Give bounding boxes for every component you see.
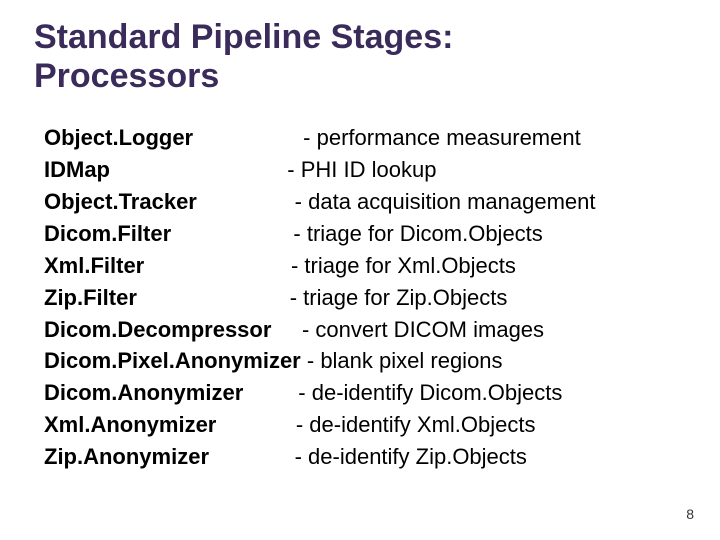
processor-name: Zip.Anonymizer [44, 441, 209, 473]
list-item: IDMap - PHI ID lookup [44, 154, 686, 186]
processor-desc: - de-identify Zip.Objects [295, 441, 527, 473]
list-item: Object.Tracker - data acquisition manage… [44, 186, 686, 218]
processor-desc: - PHI ID lookup [287, 154, 436, 186]
processor-desc: - data acquisition management [295, 186, 596, 218]
slide: Standard Pipeline Stages: Processors Obj… [0, 0, 720, 540]
page-number: 8 [686, 506, 694, 522]
processor-desc: - blank pixel regions [307, 345, 503, 377]
spacing [144, 250, 291, 282]
list-item: Xml.Anonymizer - de-identify Xml.Objects [44, 409, 686, 441]
spacing [137, 282, 290, 314]
list-item: Dicom.Decompressor - convert DICOM image… [44, 314, 686, 346]
spacing [171, 218, 293, 250]
list-item: Dicom.Filter - triage for Dicom.Objects [44, 218, 686, 250]
list-item: Dicom.Pixel.Anonymizer - blank pixel reg… [44, 345, 686, 377]
title-line-2: Processors [34, 57, 219, 95]
processor-name: Dicom.Decompressor [44, 314, 271, 346]
list-item: Xml.Filter - triage for Xml.Objects [44, 250, 686, 282]
list-item: Zip.Filter - triage for Zip.Objects [44, 282, 686, 314]
list-item: Dicom.Anonymizer - de-identify Dicom.Obj… [44, 377, 686, 409]
spacing [216, 409, 295, 441]
list-item: Object.Logger - performance measurement [44, 122, 686, 154]
spacing [243, 377, 298, 409]
spacing [271, 314, 302, 346]
processor-desc: - triage for Dicom.Objects [293, 218, 542, 250]
processor-name: Dicom.Filter [44, 218, 171, 250]
processor-list: Object.Logger - performance measurementI… [34, 122, 686, 473]
processor-desc: - de-identify Xml.Objects [296, 409, 536, 441]
processor-name: Dicom.Pixel.Anonymizer [44, 345, 301, 377]
title-line-1: Standard Pipeline Stages: [34, 18, 453, 56]
page-title: Standard Pipeline Stages: Processors [34, 18, 686, 96]
list-item: Zip.Anonymizer - de-identify Zip.Objects [44, 441, 686, 473]
processor-desc: - convert DICOM images [302, 314, 544, 346]
processor-name: Dicom.Anonymizer [44, 377, 243, 409]
processor-name: Xml.Filter [44, 250, 144, 282]
spacing [209, 441, 295, 473]
processor-desc: - triage for Zip.Objects [290, 282, 508, 314]
processor-desc: - de-identify Dicom.Objects [298, 377, 562, 409]
processor-name: Zip.Filter [44, 282, 137, 314]
spacing [193, 122, 303, 154]
processor-name: Xml.Anonymizer [44, 409, 216, 441]
spacing [197, 186, 295, 218]
processor-desc: - performance measurement [303, 122, 581, 154]
processor-name: Object.Tracker [44, 186, 197, 218]
processor-desc: - triage for Xml.Objects [291, 250, 516, 282]
processor-name: Object.Logger [44, 122, 193, 154]
processor-name: IDMap [44, 154, 110, 186]
spacing [110, 154, 287, 186]
